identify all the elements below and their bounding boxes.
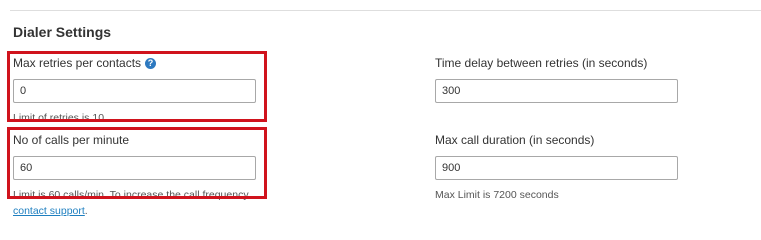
- calls-per-minute-label: No of calls per minute: [13, 133, 130, 147]
- max-call-duration-input[interactable]: [435, 156, 678, 180]
- calls-per-minute-hint-text: Limit is 60 calls/min. To increase the c…: [13, 189, 249, 201]
- contact-support-link[interactable]: contact support: [13, 205, 85, 217]
- section-divider: [10, 10, 761, 11]
- max-call-duration-field: Max call duration (in seconds) Max Limit…: [435, 133, 678, 203]
- section-title: Dialer Settings: [13, 24, 112, 40]
- max-call-duration-label: Max call duration (in seconds): [435, 133, 595, 147]
- calls-per-minute-input[interactable]: [13, 156, 256, 180]
- question-circle-icon[interactable]: ?: [145, 58, 157, 69]
- calls-per-minute-hint: Limit is 60 calls/min. To increase the c…: [13, 187, 256, 219]
- hint-period: .: [84, 205, 88, 217]
- dialer-settings-page: Dialer Settings Max retries per contacts…: [0, 0, 761, 233]
- max-retries-label: Max retries per contacts: [13, 56, 142, 70]
- time-delay-field: Time delay between retries (in seconds): [435, 56, 678, 103]
- time-delay-label: Time delay between retries (in seconds): [435, 56, 648, 70]
- max-retries-input[interactable]: [13, 79, 256, 103]
- max-call-duration-hint: Max Limit is 7200 seconds: [435, 189, 559, 201]
- calls-per-minute-field: No of calls per minute Limit is 60 calls…: [13, 133, 256, 219]
- max-retries-hint: Limit of retries is 10: [13, 112, 105, 124]
- time-delay-input[interactable]: [435, 79, 678, 103]
- max-retries-field: Max retries per contacts ? Limit of retr…: [13, 56, 256, 126]
- max-retries-label-row: Max retries per contacts ?: [13, 56, 256, 71]
